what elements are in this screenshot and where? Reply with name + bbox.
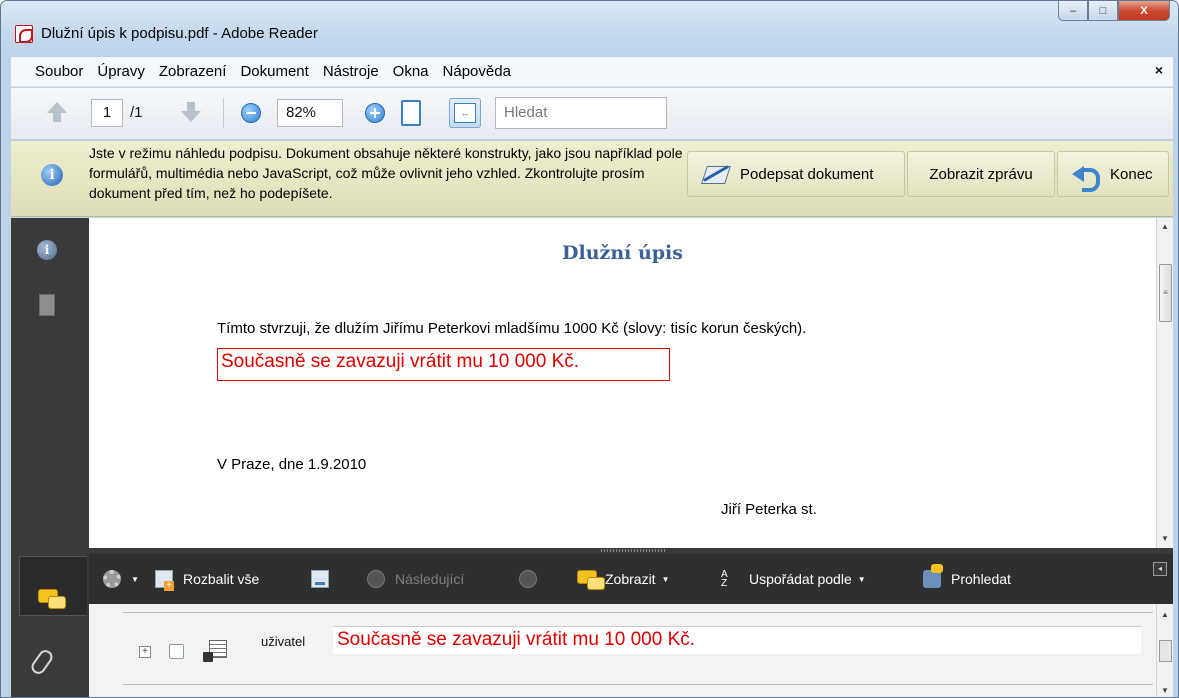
next-icon [367, 570, 385, 588]
show-report-label: Zobrazit zprávu [929, 165, 1033, 183]
menu-dokument[interactable]: Dokument [240, 63, 308, 80]
scroll-down-icon[interactable]: ▼ [1157, 686, 1173, 695]
collapse-all-icon [311, 570, 329, 588]
zoom-in-icon[interactable] [365, 103, 385, 123]
document-signature-name: Jiří Peterka st. [721, 501, 817, 518]
fit-page-icon[interactable] [401, 100, 421, 126]
sign-pen-icon [700, 162, 730, 186]
binoculars-icon [923, 564, 943, 588]
zoom-input[interactable]: 82% [277, 99, 343, 127]
comment-text-box[interactable]: Současně se zavazuji vrátit mu 10 000 Kč… [333, 626, 1141, 654]
comments-tab[interactable] [19, 556, 87, 616]
maximize-button[interactable]: □ [1088, 1, 1118, 21]
zoom-out-icon[interactable] [241, 103, 261, 123]
end-preview-label: Konec [1110, 165, 1153, 183]
next-comment-label: Následující [395, 571, 465, 587]
document-scrollbar[interactable]: ▲ ≡ ▼ [1156, 218, 1173, 548]
menu-bar: Soubor Úpravy Zobrazení Dokument Nástroj… [11, 57, 1173, 87]
search-comments-button[interactable]: Prohledat [923, 564, 1011, 588]
navigation-pane: i [11, 218, 89, 548]
expand-all-button[interactable]: Rozbalit vše [155, 570, 260, 591]
scrollbar-thumb[interactable] [1159, 640, 1172, 662]
splitter-grip[interactable] [601, 549, 667, 552]
sort-by-button[interactable]: AZ Uspořádat podle ▼ [721, 569, 866, 589]
sort-by-label: Uspořádat podle [749, 571, 852, 587]
end-preview-button[interactable]: Konec [1057, 151, 1169, 197]
menu-soubor[interactable]: Soubor [35, 63, 83, 80]
comment-checkbox[interactable] [169, 644, 184, 659]
collapse-all-button[interactable] [311, 570, 339, 588]
main-toolbar: 1 /1 82% ▼ ↔ Hledat ▼ [11, 88, 1173, 206]
document-view: Dlužní úpis Tímto stvrzuji, že dlužím Ji… [89, 218, 1156, 548]
previous-comment-button[interactable] [519, 570, 547, 588]
menu-okna[interactable]: Okna [393, 63, 429, 80]
locked-note-icon [203, 640, 227, 664]
previous-icon [519, 570, 537, 588]
previous-page-icon[interactable] [45, 100, 69, 124]
menu-upravy[interactable]: Úpravy [97, 63, 145, 80]
title-bar: Dlužní úpis k podpisu.pdf - Adobe Reader… [1, 1, 1178, 57]
chevron-down-icon: ▼ [661, 574, 670, 584]
document-date: V Praze, dne 1.9.2010 [217, 456, 367, 473]
info-icon: i [41, 164, 63, 186]
expand-all-icon [155, 570, 174, 591]
pages-icon[interactable] [34, 294, 55, 321]
document-info-icon[interactable]: i [37, 240, 57, 260]
comment-filter-icon [577, 570, 605, 590]
chevron-down-icon: ▼ [857, 574, 866, 584]
sort-az-icon: AZ [721, 569, 728, 589]
expand-comment-icon[interactable]: + [139, 646, 151, 658]
scroll-down-icon[interactable]: ▼ [1157, 532, 1173, 546]
show-menu-label: Zobrazit [605, 571, 656, 587]
comments-icon [38, 589, 66, 609]
signature-preview-infobar: i Jste v režimu náhledu podpisu. Dokumen… [11, 141, 1173, 217]
window-title: Dlužní úpis k podpisu.pdf - Adobe Reader [41, 25, 318, 42]
next-comment-button[interactable]: Následující [367, 570, 464, 588]
app-window: Dlužní úpis k podpisu.pdf - Adobe Reader… [0, 0, 1179, 698]
fit-width-icon[interactable]: ↔ [449, 98, 481, 128]
restore-panel-icon[interactable]: ◂ [1153, 562, 1167, 576]
comment-text: Současně se zavazuji vrátit mu 10 000 Kč… [337, 629, 696, 650]
comments-scrollbar[interactable]: ▲ ▼ [1156, 604, 1173, 697]
toolbar-divider [223, 98, 224, 128]
menu-napoveda[interactable]: Nápověda [443, 63, 511, 80]
infobar-message: Jste v režimu náhledu podpisu. Dokument … [89, 145, 683, 201]
options-menu[interactable]: ▼ [103, 570, 139, 588]
close-button[interactable]: X [1118, 1, 1170, 21]
list-divider [123, 612, 1153, 613]
form-text-field[interactable]: Současně se zavazuji vrátit mu 10 000 Kč… [217, 348, 670, 381]
search-comments-label: Prohledat [951, 571, 1011, 587]
page-total: /1 [130, 104, 143, 121]
comments-toolbar: ▼ Rozbalit vše Následující Zobrazit ▼ AZ… [89, 554, 1173, 604]
menu-nastroje[interactable]: Nástroje [323, 63, 379, 80]
close-document-icon[interactable]: × [1155, 62, 1163, 78]
document-body-text: Tímto stvrzuji, že dlužím Jiřímu Peterko… [217, 320, 807, 337]
show-menu-button[interactable]: Zobrazit ▼ [577, 570, 670, 590]
search-input[interactable]: Hledat [495, 97, 667, 129]
chevron-down-icon: ▼ [131, 574, 139, 584]
minimize-button[interactable]: – [1058, 1, 1088, 21]
show-report-button[interactable]: Zobrazit zprávu [907, 151, 1055, 197]
scroll-up-icon[interactable]: ▲ [1157, 610, 1173, 619]
page-number-input[interactable]: 1 [91, 99, 123, 127]
gear-icon [103, 570, 121, 588]
next-page-icon[interactable] [179, 100, 203, 124]
menu-zobrazeni[interactable]: Zobrazení [159, 63, 227, 80]
comments-list: + uživatel Současně se zavazuji vrátit m… [89, 604, 1156, 697]
back-arrow-icon [1072, 162, 1100, 192]
list-divider [123, 684, 1153, 685]
scrollbar-thumb[interactable]: ≡ [1159, 264, 1172, 322]
window-controls: – □ X [1058, 1, 1170, 21]
document-title: Dlužní úpis [562, 242, 683, 264]
sign-document-button[interactable]: Podepsat dokument [687, 151, 905, 197]
sign-document-label: Podepsat dokument [740, 165, 874, 183]
pdf-app-icon [15, 25, 33, 43]
comment-author: uživatel [261, 634, 306, 649]
scroll-up-icon[interactable]: ▲ [1157, 220, 1173, 234]
expand-all-label: Rozbalit vše [183, 571, 260, 587]
